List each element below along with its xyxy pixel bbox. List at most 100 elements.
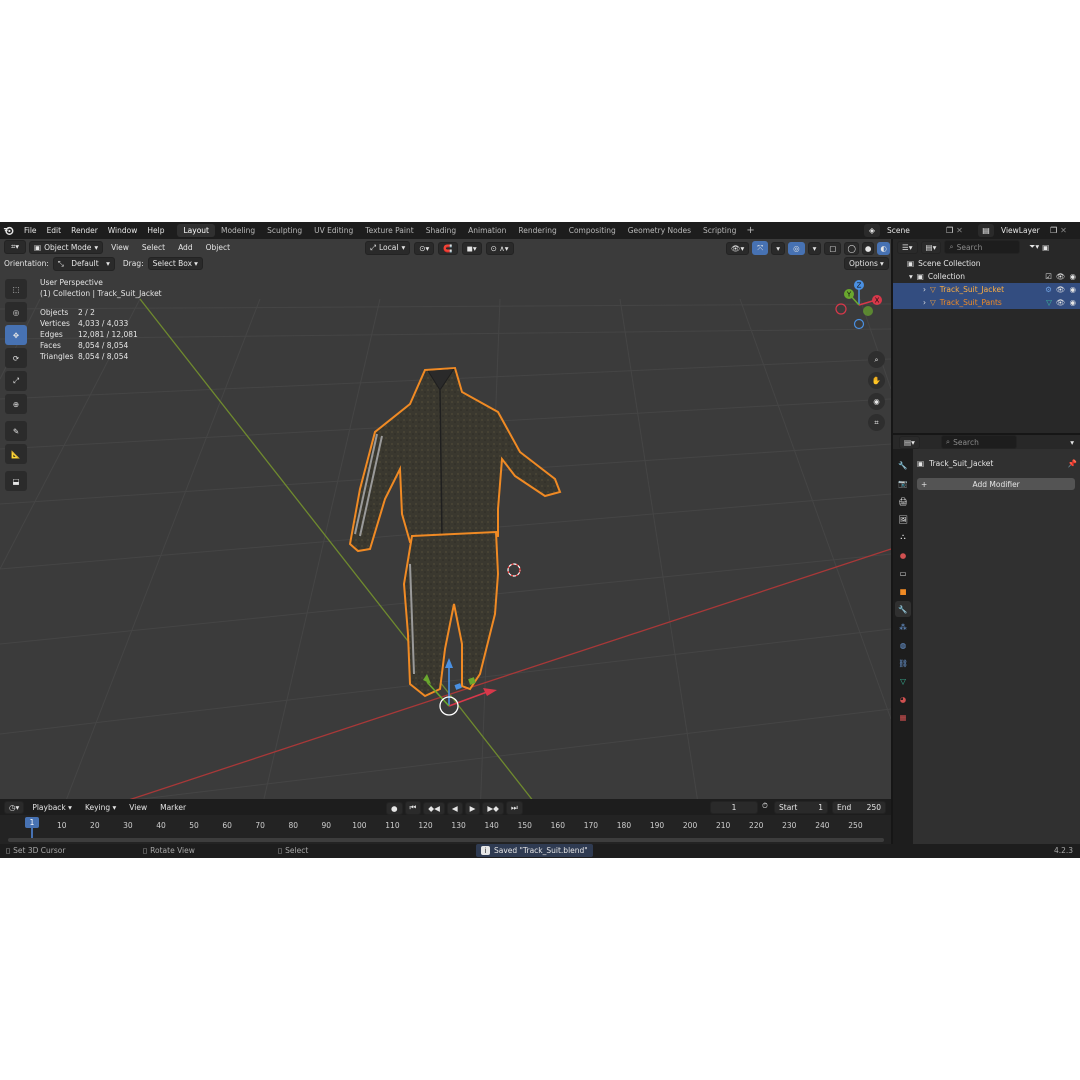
tab-rendering[interactable]: Rendering — [512, 224, 562, 237]
status-message[interactable]: i Saved "Track_Suit.blend" — [476, 844, 593, 857]
tab-sculpting[interactable]: Sculpting — [261, 224, 308, 237]
shading-material-button[interactable]: ◐ — [877, 241, 890, 255]
scene-field[interactable]: Scene — [883, 225, 943, 236]
physics-tab-icon[interactable]: ◍ — [895, 637, 911, 653]
select-box-tool[interactable]: ⬚ — [5, 279, 27, 299]
timeline-scrollbar[interactable] — [8, 838, 884, 842]
properties-search-field[interactable]: ⌕ Search — [940, 435, 1017, 449]
3d-viewport[interactable]: ⌗▾ ▣ Object Mode ▾ View Select Add Objec… — [0, 239, 891, 816]
options-dropdown[interactable]: Options ▾ — [844, 257, 889, 270]
menu-view[interactable]: View — [106, 241, 134, 254]
blender-logo-icon[interactable] — [3, 225, 19, 236]
shading-solid-button[interactable]: ● — [861, 241, 875, 255]
world-tab-icon[interactable]: ● — [895, 547, 911, 563]
collection-tab-icon[interactable]: ▭ — [895, 565, 911, 581]
menu-edit[interactable]: Edit — [42, 226, 67, 235]
measure-tool[interactable]: 📐 — [5, 444, 27, 464]
pin-icon[interactable]: 📌 — [1068, 459, 1077, 468]
proportional-editing-button[interactable]: ⊙ ∧▾ — [485, 241, 514, 255]
modifier-icon[interactable]: ⚙ — [1045, 285, 1052, 294]
camera-icon[interactable]: ◉ — [868, 393, 885, 410]
outliner-editor[interactable]: ☰▾ ▤▾ ⌕ Search ⏷▾ ▣ ▣ Scene Collection ▾… — [893, 239, 1080, 433]
camera-icon[interactable]: ◉ — [1069, 272, 1076, 281]
checkbox-icon[interactable]: ☑ — [1045, 272, 1052, 281]
new-view-layer-icon[interactable]: ❐ — [1050, 226, 1057, 235]
tab-animation[interactable]: Animation — [462, 224, 512, 237]
tab-uv-editing[interactable]: UV Editing — [308, 224, 359, 237]
constraints-tab-icon[interactable]: ⛓ — [895, 655, 911, 671]
menu-object[interactable]: Object — [201, 241, 235, 254]
overlay-toggle[interactable]: ◎ — [788, 241, 805, 255]
render-tab-icon[interactable]: 📷 — [895, 475, 911, 491]
area-separator[interactable] — [891, 239, 893, 844]
display-mode-icon[interactable]: ▤▾ — [920, 240, 942, 254]
outliner-item-track-suit-jacket[interactable]: › ▽ Track_Suit_Jacket ⚙ 👁 ◉ — [893, 283, 1080, 296]
annotate-tool[interactable]: ✎ — [5, 421, 27, 441]
filter-icon[interactable]: ⏷▾ — [1029, 242, 1039, 252]
eye-icon[interactable]: 👁 — [1056, 285, 1066, 294]
close-scene-icon[interactable]: ✕ — [956, 226, 963, 235]
transform-tool[interactable]: ⊕ — [5, 394, 27, 414]
menu-window[interactable]: Window — [103, 226, 143, 235]
camera-icon[interactable]: ◉ — [1069, 298, 1076, 307]
view-layer-icon[interactable]: ▤ — [978, 224, 994, 237]
texture-tab-icon[interactable]: ▦ — [895, 709, 911, 725]
menu-add[interactable]: Add — [173, 241, 198, 254]
tab-geometry-nodes[interactable]: Geometry Nodes — [622, 224, 697, 237]
eye-icon[interactable]: 👁 — [1056, 298, 1066, 307]
add-workspace-button[interactable]: + — [742, 225, 758, 236]
editor-type-icon[interactable]: ⌗▾ — [4, 240, 26, 254]
view-layer-tab-icon[interactable]: 🖼 — [895, 511, 911, 527]
data-tab-icon[interactable]: ▽ — [895, 673, 911, 689]
drag-dropdown[interactable]: Select Box ▾ — [147, 257, 203, 270]
zoom-icon[interactable]: ⌕ — [868, 351, 885, 368]
gizmo-toggle[interactable]: ⤧ — [752, 241, 769, 255]
modifier-tab-icon[interactable]: 🔧 — [895, 601, 911, 617]
mode-selector[interactable]: ▣ Object Mode ▾ — [29, 240, 104, 254]
pan-hand-icon[interactable]: ✋ — [868, 372, 885, 389]
tab-modeling[interactable]: Modeling — [215, 224, 261, 237]
properties-editor-type-icon[interactable]: ▤▾ — [899, 435, 920, 449]
navigation-gizmo[interactable]: Z X Y — [832, 278, 886, 332]
outliner-item-track-suit-pants[interactable]: › ▽ Track_Suit_Pants ▽ 👁 ◉ — [893, 296, 1080, 309]
pivot-point-button[interactable]: ⊙▾ — [414, 241, 435, 255]
rotate-tool[interactable]: ⟳ — [5, 348, 27, 368]
orientation-dropdown[interactable]: ⤡ Default ▾ — [52, 256, 115, 271]
cursor-tool[interactable]: ◎ — [5, 302, 27, 322]
eye-icon[interactable]: 👁 — [1056, 272, 1066, 281]
tab-scripting[interactable]: Scripting — [697, 224, 742, 237]
scene-tab-icon[interactable]: ⛬ — [895, 529, 911, 545]
scene-icon[interactable]: ◈ — [864, 224, 880, 237]
gizmo-dropdown[interactable]: ▾ — [771, 241, 786, 255]
scale-tool[interactable]: ⤢ — [5, 371, 27, 391]
tab-texture-paint[interactable]: Texture Paint — [359, 224, 419, 237]
add-modifier-button[interactable]: + Add Modifier — [917, 478, 1075, 490]
new-collection-icon[interactable]: ▣ — [1042, 243, 1049, 252]
xray-toggle[interactable]: ▢ — [824, 241, 842, 255]
collection-row[interactable]: ▾ ▣ Collection ☑ 👁 ◉ — [893, 270, 1080, 283]
outliner-search-field[interactable]: ⌕ Search — [944, 240, 1021, 254]
properties-editor[interactable]: ▤▾ ⌕ Search ▾ 🔧 📷 🖨 🖼 ⛬ ● ▭ ■ 🔧 ⁂ ◍ ⛓ ▽ … — [893, 435, 1080, 844]
view-layer-field[interactable]: ViewLayer — [997, 225, 1047, 236]
scene-collection-row[interactable]: ▣ Scene Collection — [893, 257, 1080, 270]
perspective-grid-icon[interactable]: ⌗ — [868, 414, 885, 431]
menu-file[interactable]: File — [19, 226, 42, 235]
tool-tab-icon[interactable]: 🔧 — [895, 457, 911, 473]
chevron-down-icon[interactable]: ▾ — [1070, 438, 1080, 447]
add-cube-tool[interactable]: ⬓ — [5, 471, 27, 491]
chevron-down-icon[interactable]: ▾ — [909, 272, 913, 281]
tab-compositing[interactable]: Compositing — [563, 224, 622, 237]
camera-icon[interactable]: ◉ — [1069, 285, 1076, 294]
overlay-dropdown[interactable]: ▾ — [807, 241, 822, 255]
new-scene-icon[interactable]: ❐ — [946, 226, 953, 235]
shading-wireframe-button[interactable]: ◯ — [844, 241, 859, 255]
tab-layout[interactable]: Layout — [177, 224, 215, 237]
chevron-right-icon[interactable]: › — [923, 285, 926, 294]
area-separator[interactable] — [893, 433, 1080, 435]
particles-tab-icon[interactable]: ⁂ — [895, 619, 911, 635]
mesh-data-icon[interactable]: ▽ — [1046, 298, 1052, 307]
chevron-right-icon[interactable]: › — [923, 298, 926, 307]
object-tab-icon[interactable]: ■ — [895, 583, 911, 599]
menu-help[interactable]: Help — [142, 226, 169, 235]
move-gizmo[interactable] — [405, 644, 505, 734]
